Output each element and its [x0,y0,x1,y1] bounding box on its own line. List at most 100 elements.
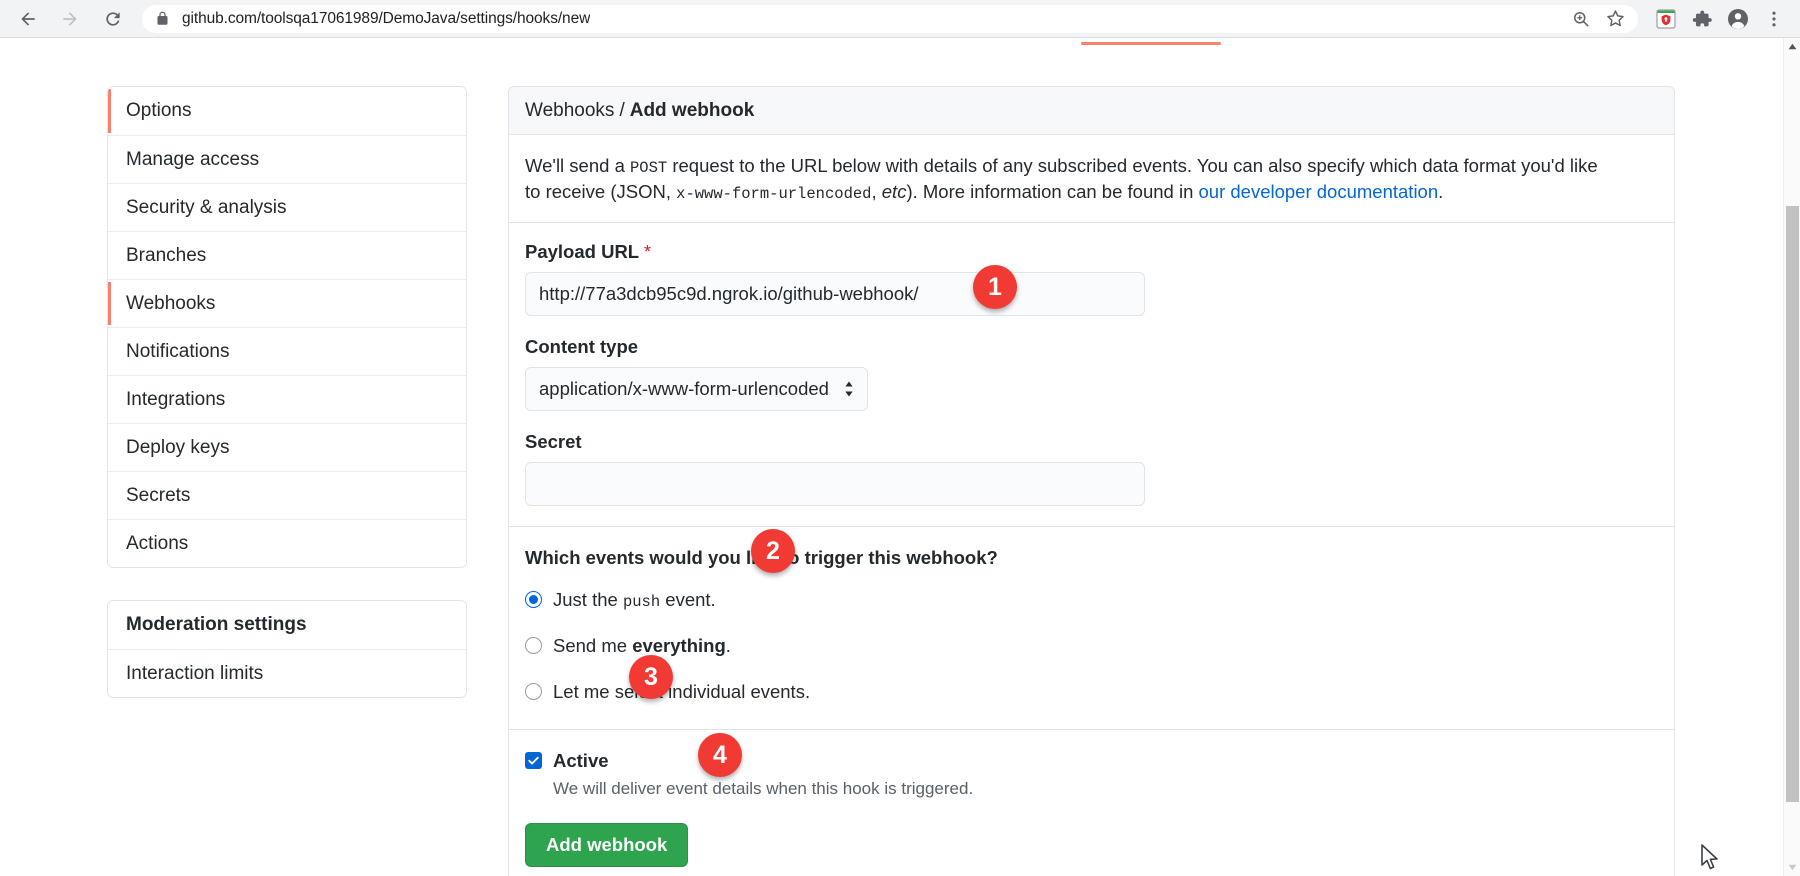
sidebar-item-label: Secrets [126,484,191,506]
add-webhook-button[interactable]: Add webhook [525,822,689,867]
annotation-badge-3: 3 [629,655,673,699]
sidebar-item-security-analysis[interactable]: Security & analysis [108,183,466,231]
intro-text-part-3: , [871,181,882,203]
sidebar-item-label: Manage access [126,148,260,170]
intro-etc-text: etc [881,181,907,203]
payload-url-label: Payload URL * [525,241,1658,263]
sidebar-heading-moderation-settings: Moderation settings [108,601,466,649]
radio-row-send-everything[interactable]: Send me everything. [525,635,1658,657]
radio-row-just-push[interactable]: Just the push event. [525,589,1658,611]
breadcrumb-separator: / [619,99,625,121]
sidebar-item-branches[interactable]: Branches [108,231,466,279]
intro-text-part-5: . [1438,181,1444,203]
active-and-submit-section: Active We will deliver event details whe… [509,728,1674,876]
events-question-label: Which events would you like to trigger t… [525,546,998,568]
sidebar-item-integrations[interactable]: Integrations [108,375,466,423]
intro-text-part-1: We'll send a [525,155,630,176]
sidebar-item-actions[interactable]: Actions [108,519,466,567]
radio-row-select-individual[interactable]: Let me select individual events. [525,681,1658,703]
checkmark-icon [528,756,539,765]
active-row[interactable]: Active [525,750,1658,772]
sidebar-item-label: Security & analysis [126,196,287,218]
sidebar-heading-label: Moderation settings [126,614,307,635]
radio-label-prefix: Just the [553,588,623,610]
content-type-select[interactable]: application/x-www-form-urlencoded [525,366,868,411]
radio-label-suffix: . [725,634,731,656]
radio-select-individual-label: Let me select individual events. [553,680,811,702]
profile-avatar-icon[interactable] [1720,1,1756,37]
payload-url-input[interactable] [525,271,1145,316]
scrollbar-up-arrow[interactable] [1784,38,1800,55]
breadcrumb-webhooks-link[interactable]: Webhooks [525,100,614,122]
intro-text-part-4: ). More information can be found in [906,181,1199,203]
page-scrollbar[interactable] [1783,38,1800,876]
reload-icon [106,11,120,26]
sidebar-item-secrets[interactable]: Secrets [108,471,466,519]
zoom-in-icon[interactable] [1564,2,1598,36]
webhook-intro-text: We'll send a POST request to the URL bel… [509,135,1629,222]
extension-toolbar [1638,1,1800,37]
page-viewport: Options Manage access Security & analysi… [0,38,1800,876]
reload-button[interactable] [96,2,130,36]
sidebar-item-notifications[interactable]: Notifications [108,327,466,375]
forward-button [53,2,87,36]
sidebar-item-label: Interaction limits [126,662,264,684]
annotation-badge-2: 2 [751,529,795,573]
sidebar-item-manage-access[interactable]: Manage access [108,135,466,183]
scrollbar-thumb[interactable] [1786,206,1799,802]
back-button[interactable] [11,2,45,36]
arrow-left-icon [21,11,35,26]
select-updown-icon [843,379,855,399]
required-asterisk: * [643,240,652,262]
sidebar-item-options[interactable]: Options [108,87,466,135]
lock-icon [155,11,170,26]
sidebar-group-moderation: Moderation settings Interaction limits [107,600,467,698]
bookmark-star-icon[interactable] [1598,2,1632,36]
secret-label: Secret [525,431,1658,453]
secret-input[interactable] [525,461,1145,506]
annotation-badge-1: 1 [973,265,1017,309]
sidebar-item-label: Actions [126,532,189,554]
radio-select-individual[interactable] [525,683,542,701]
address-bar-url: github.com/toolsqa17061989/DemoJava/sett… [182,9,591,27]
sidebar-item-label: Notifications [126,340,230,362]
breadcrumb: Webhooks / Add webhook [509,87,1674,135]
sidebar-item-label: Options [126,100,192,121]
more-menu-icon[interactable] [1756,1,1792,37]
webhook-config-section: Payload URL * Content type application/x… [509,221,1674,526]
breadcrumb-current: Add webhook [629,99,755,121]
active-label: Active [553,749,609,771]
radio-label-suffix: event. [660,588,716,610]
mouse-cursor [1701,844,1718,870]
sidebar-item-label: Branches [126,244,207,266]
sidebar-item-label: Deploy keys [126,436,230,458]
settings-sidebar: Options Manage access Security & analysi… [107,86,467,698]
sidebar-group-repository: Options Manage access Security & analysi… [107,86,467,568]
address-bar-actions [1564,2,1638,36]
intro-post-code: POST [630,159,668,177]
events-section: Which events would you like to trigger t… [509,525,1674,729]
sidebar-item-interaction-limits[interactable]: Interaction limits [108,649,466,697]
annotation-badge-4: 4 [698,733,742,777]
nav-tab-underline [1081,42,1221,45]
developer-documentation-link[interactable]: our developer documentation [1199,181,1439,202]
content-type-label-text: Content type [525,335,639,357]
sidebar-item-webhooks[interactable]: Webhooks [108,279,466,327]
puzzle-extensions-icon[interactable] [1684,1,1720,37]
active-checkbox[interactable] [525,752,542,770]
browser-toolbar: github.com/toolsqa17061989/DemoJava/sett… [0,0,1800,38]
radio-just-push[interactable] [525,591,542,609]
content-type-label: Content type [525,336,1658,358]
intro-urlencoded-code: x-www-form-urlencoded [676,185,872,204]
content-type-selected-value: application/x-www-form-urlencoded [539,377,829,399]
active-hint-text: We will deliver event details when this … [553,778,974,798]
payload-url-label-text: Payload URL [525,240,639,262]
scrollbar-down-arrow[interactable] [1784,859,1800,876]
radio-send-everything[interactable] [525,637,542,655]
address-bar[interactable]: github.com/toolsqa17061989/DemoJava/sett… [142,2,1638,36]
shield-extension-icon[interactable] [1648,1,1684,37]
add-webhook-panel: Webhooks / Add webhook We'll send a POST… [508,86,1675,876]
sidebar-item-deploy-keys[interactable]: Deploy keys [108,423,466,471]
arrow-right-icon [63,11,77,26]
radio-label-prefix: Send me [553,634,633,656]
